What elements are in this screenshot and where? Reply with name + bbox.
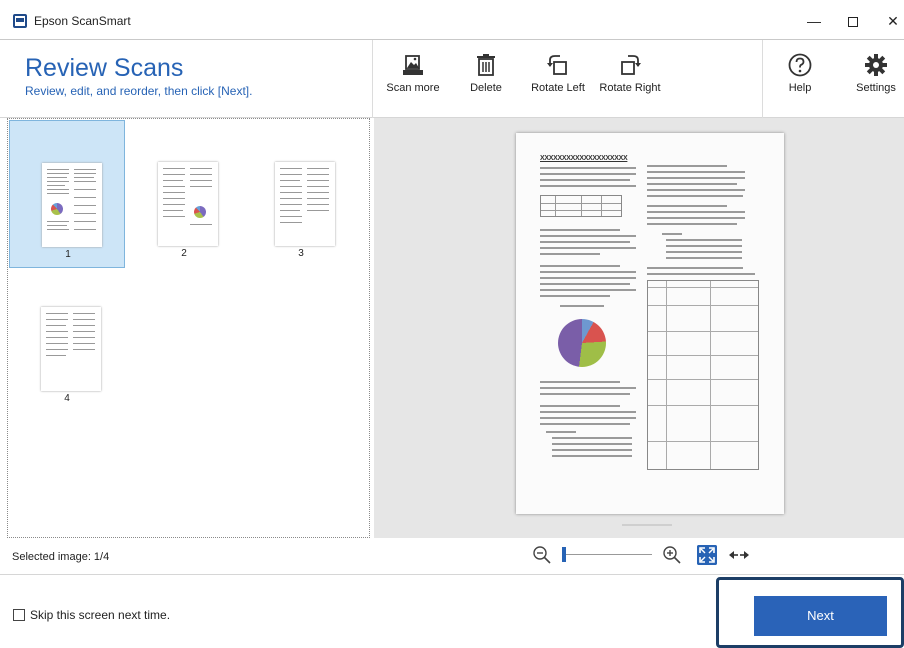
thumbnail-page-image — [41, 307, 101, 391]
gear-icon — [865, 54, 887, 76]
settings-button[interactable]: Settings — [852, 52, 900, 94]
rotate-right-button[interactable]: Rotate Right — [598, 52, 662, 94]
maximize-icon — [848, 17, 858, 28]
window-title: Epson ScanSmart — [34, 14, 131, 28]
trash-icon — [477, 54, 495, 76]
preview-pie-chart — [558, 319, 606, 367]
scan-more-icon — [403, 55, 423, 75]
rotate-left-button[interactable]: Rotate Left — [528, 52, 588, 94]
zoom-slider-track[interactable] — [564, 554, 652, 555]
skip-screen-label[interactable]: Skip this screen next time. — [30, 608, 170, 622]
page-subtitle: Review, edit, and reorder, then click [N… — [25, 84, 253, 98]
close-button[interactable]: ✕ — [878, 8, 904, 34]
selected-image-status: Selected image: 1/4 — [12, 551, 110, 563]
header: Review Scans Review, edit, and reorder, … — [0, 40, 904, 118]
settings-label: Settings — [856, 82, 896, 94]
page-title: Review Scans — [25, 54, 184, 82]
thumbnail-3[interactable]: 3 — [243, 120, 359, 268]
zoom-bar — [374, 538, 904, 574]
preview-table — [647, 280, 759, 470]
thumbnail-page-image — [42, 163, 102, 247]
scan-more-button[interactable]: Scan more — [386, 52, 440, 94]
thumbnail-panel[interactable]: 1 2 3 4 — [7, 118, 370, 538]
preview-doc-title: XXXXXXXXXXXXXXXXXXXX — [540, 155, 628, 162]
preview-page-image: XXXXXXXXXXXXXXXXXXXX — [516, 133, 784, 514]
thumbnail-number: 4 — [64, 393, 70, 404]
next-button[interactable]: Next — [754, 596, 887, 636]
thumbnail-page-image — [158, 162, 218, 246]
thumbnail-4[interactable]: 4 — [9, 265, 125, 413]
thumbnail-1[interactable]: 1 — [9, 120, 125, 268]
zoom-slider-thumb[interactable] — [562, 547, 566, 562]
thumbnail-number: 3 — [298, 248, 304, 259]
fit-to-window-icon[interactable] — [697, 545, 717, 565]
help-button[interactable]: Help — [780, 52, 820, 94]
thumbnail-page-image — [275, 162, 335, 246]
preview-panel[interactable]: XXXXXXXXXXXXXXXXXXXX — [374, 118, 904, 538]
thumbnail-number: 1 — [65, 249, 71, 260]
delete-button[interactable]: Delete — [465, 52, 507, 94]
preview-scroll-indicator — [622, 524, 672, 526]
help-circle-icon — [788, 53, 812, 77]
help-label: Help — [788, 82, 812, 94]
rotate-right-icon — [621, 55, 641, 75]
rotate-left-label: Rotate Left — [531, 82, 585, 94]
thumbnail-2[interactable]: 2 — [126, 120, 242, 268]
zoom-in-icon[interactable] — [662, 545, 682, 565]
scan-more-label: Scan more — [386, 82, 440, 94]
rotate-right-label: Rotate Right — [599, 82, 661, 94]
delete-label: Delete — [470, 82, 502, 94]
minimize-button[interactable]: — — [799, 8, 829, 34]
thumbnail-number: 2 — [181, 248, 187, 259]
zoom-out-icon[interactable] — [532, 545, 552, 565]
skip-screen-checkbox[interactable] — [13, 609, 25, 621]
preview-small-table — [540, 195, 622, 217]
fit-width-icon[interactable] — [728, 545, 750, 565]
title-bar: Epson ScanSmart — ✕ — [0, 0, 904, 40]
rotate-left-icon — [547, 55, 567, 75]
maximize-button[interactable] — [838, 8, 868, 34]
header-divider — [762, 40, 763, 118]
header-divider — [372, 40, 373, 118]
footer-divider — [0, 574, 904, 575]
scanner-app-icon — [13, 14, 27, 28]
